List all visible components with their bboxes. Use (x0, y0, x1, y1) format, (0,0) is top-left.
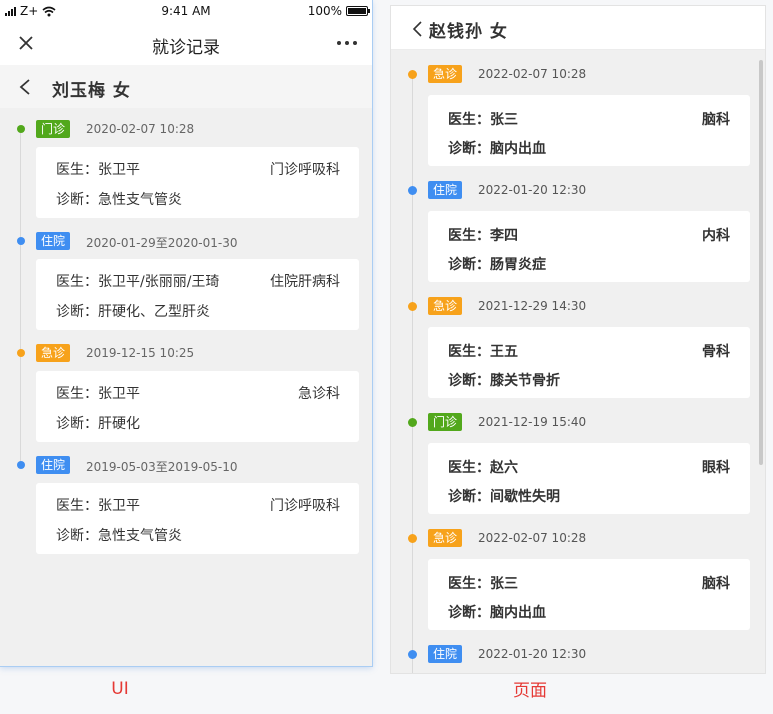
visit-type-badge: 住院 (428, 645, 463, 663)
visit-type-badge: 急诊 (36, 344, 71, 362)
doctor-label: 医生：王五 (448, 344, 518, 360)
record-card[interactable]: 医生：张三 脑科诊断：脑内出血 (428, 95, 750, 166)
diagnosis-label: 诊断：肝硬化、乙型肝炎 (56, 304, 210, 320)
scrollbar[interactable] (759, 60, 763, 465)
record-timeline: 门诊 2020-02-07 10:28 医生：张卫平 门诊呼吸科 诊断：急性支气管炎 住院… (0, 108, 372, 666)
diagnosis-label: 诊断：脑内出血 (448, 605, 546, 621)
doctor-label: 医生：赵六 (448, 460, 518, 476)
visit-date: 2019-05-03至2019-05-10 (86, 460, 238, 474)
ui-caption: UI (111, 679, 129, 699)
department-label: 门诊呼吸科 (270, 162, 340, 178)
patient-name: 刘玉梅 女 (52, 81, 131, 101)
doctor-label: 医生：张三 (448, 112, 518, 128)
ui-mockup-phone: Z+ 9:41 AM 100% 就诊记录 刘玉梅 女 门诊 2020-02-07… (0, 0, 372, 666)
record-timeline: 急诊 2022-02-07 10:28 医生：张三 脑科 诊断：脑内出血 住院 2022-0… (391, 50, 765, 673)
department-label: 门诊呼吸科 (270, 498, 340, 514)
timeline-dot (408, 302, 417, 311)
implemented-page: 赵钱孙 女 急诊 2022-02-07 10:28 医生：张三 脑科 诊断：脑内出血 住院… (390, 5, 766, 674)
visit-type-badge: 住院 (428, 181, 463, 199)
record-card[interactable]: 医生：张卫平 门诊呼吸科诊断：急性支气管炎 (36, 147, 359, 218)
timeline-dot (408, 418, 417, 427)
visit-date: 2021-12-19 15:40 (478, 415, 587, 429)
doctor-label: 医生：张卫平 (56, 498, 140, 514)
page-header: 赵钱孙 女 (391, 6, 765, 50)
timeline-dot (408, 650, 417, 659)
record-card[interactable]: 医生：赵六 眼科诊断：间歇性失明 (428, 443, 750, 514)
doctor-label: 医生：张卫平 (56, 162, 140, 178)
diagnosis-label: 诊断：肠胃炎症 (448, 257, 546, 273)
timeline-dot (408, 186, 417, 195)
battery-percent: 100% (307, 4, 342, 18)
timeline-dot (17, 461, 25, 469)
department-label: 内科 (702, 228, 730, 244)
patient-name: 赵钱孙 女 (429, 22, 508, 42)
visit-type-badge: 急诊 (428, 65, 463, 83)
doctor-label: 医生：张三 (448, 576, 518, 592)
diagnosis-label: 诊断：脑内出血 (448, 141, 546, 157)
diagnosis-label: 诊断：急性支气管炎 (56, 528, 182, 544)
record-card[interactable]: 医生：张三 脑科诊断：脑内出血 (428, 559, 750, 630)
doctor-label: 医生：张卫平 (56, 386, 140, 402)
visit-date: 2020-02-07 10:28 (86, 122, 195, 136)
timeline-line (20, 128, 21, 468)
department-label: 骨科 (702, 344, 730, 360)
record-card[interactable]: 医生：王五 骨科诊断：膝关节骨折 (428, 327, 750, 398)
timeline-dot (408, 534, 417, 543)
page-title: 就诊记录 (152, 38, 220, 58)
visit-type-badge: 门诊 (36, 120, 71, 138)
timeline-dot (408, 70, 417, 79)
visit-type-badge: 门诊 (428, 413, 463, 431)
diagnosis-label: 诊断：间歇性失明 (448, 489, 560, 505)
visit-type-badge: 急诊 (428, 529, 463, 547)
visit-type-badge: 急诊 (428, 297, 463, 315)
diagnosis-label: 诊断：急性支气管炎 (56, 192, 182, 208)
visit-date: 2020-01-29至2020-01-30 (86, 236, 238, 250)
department-label: 脑科 (702, 112, 730, 128)
diagnosis-label: 诊断：肝硬化 (56, 416, 140, 432)
back-arrow-icon[interactable] (411, 20, 423, 38)
department-label: 脑科 (702, 576, 730, 592)
department-label: 眼科 (702, 460, 730, 476)
timeline-dot (17, 125, 25, 133)
visit-date: 2022-01-20 12:30 (478, 647, 587, 661)
department-label: 急诊科 (298, 386, 340, 402)
record-card[interactable]: 医生：张卫平 急诊科诊断：肝硬化 (36, 371, 359, 442)
more-icon[interactable] (334, 33, 360, 53)
battery-icon (346, 6, 370, 16)
visit-date: 2022-01-20 12:30 (478, 183, 587, 197)
doctor-label: 医生：张卫平/张丽丽/王琦 (56, 274, 220, 290)
visit-type-badge: 住院 (36, 232, 71, 250)
visit-date: 2019-12-15 10:25 (86, 346, 195, 360)
diagnosis-label: 诊断：膝关节骨折 (448, 373, 560, 389)
visit-date: 2021-12-29 14:30 (478, 299, 587, 313)
page-caption: 页面 (513, 681, 547, 701)
record-card[interactable]: 医生：张卫平 门诊呼吸科诊断：急性支气管炎 (36, 483, 359, 554)
nav-bar: 就诊记录 (0, 22, 372, 65)
doctor-label: 医生：李四 (448, 228, 518, 244)
timeline-dot (17, 349, 25, 357)
visit-date: 2022-02-07 10:28 (478, 67, 587, 81)
timeline-line (412, 74, 413, 673)
visit-type-badge: 住院 (36, 456, 71, 474)
visit-date: 2022-02-07 10:28 (478, 531, 587, 545)
status-bar: Z+ 9:41 AM 100% (0, 0, 372, 22)
patient-header: 刘玉梅 女 (0, 65, 372, 108)
record-card[interactable]: 医生：张卫平/张丽丽/王琦 住院肝病科诊断：肝硬化、乙型肝炎 (36, 259, 359, 330)
department-label: 住院肝病科 (270, 274, 340, 290)
back-arrow-icon[interactable] (18, 78, 32, 96)
timeline-dot (17, 237, 25, 245)
record-card[interactable]: 医生：李四 内科诊断：肠胃炎症 (428, 211, 750, 282)
